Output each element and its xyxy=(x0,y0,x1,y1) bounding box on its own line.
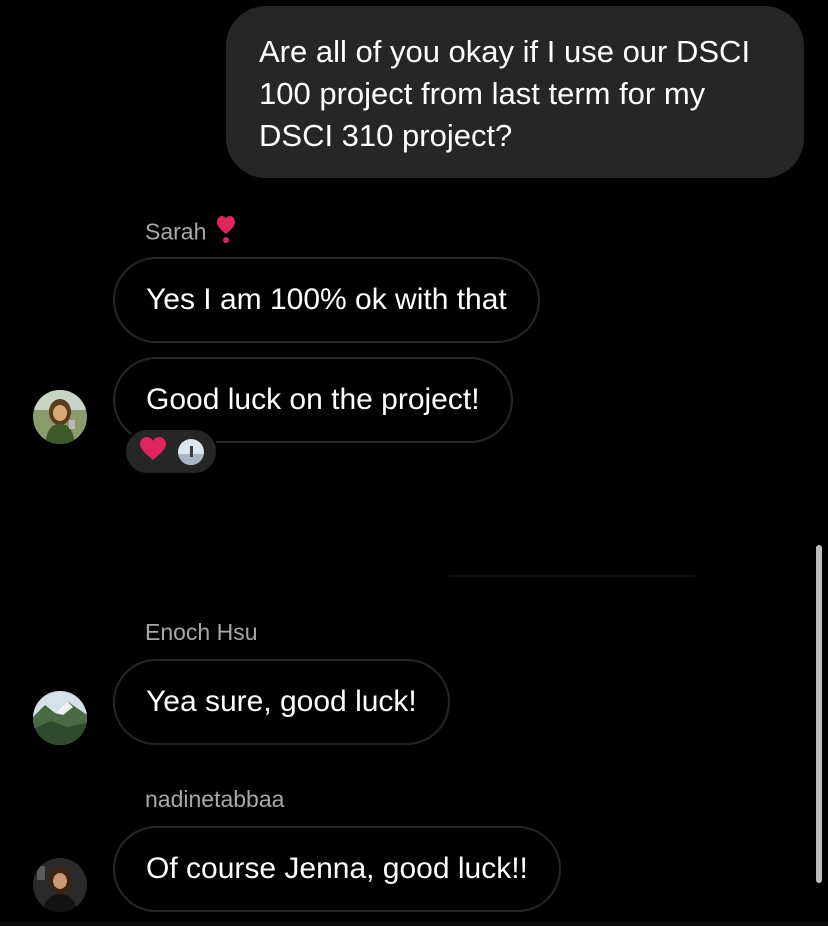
message-reactions[interactable] xyxy=(124,428,218,475)
avatar-enoch[interactable] xyxy=(33,691,87,745)
avatar-sarah[interactable] xyxy=(33,390,87,444)
sender-name-label: nadinetabbaa xyxy=(145,786,285,812)
sender-name-enoch: Enoch Hsu xyxy=(145,617,258,647)
message-bubble-enoch-1[interactable]: Yea sure, good luck! xyxy=(113,659,450,745)
message-text: Good luck on the project! xyxy=(146,383,480,416)
message-text: Of course Jenna, good luck!! xyxy=(146,852,528,885)
sender-name-sarah: Sarah xyxy=(145,216,235,251)
bottom-divider xyxy=(0,922,828,926)
sent-message-bubble[interactable]: Are all of you okay if I use our DSCI 10… xyxy=(226,6,804,178)
sender-name-label: Enoch Hsu xyxy=(145,619,258,645)
divider xyxy=(450,575,695,577)
message-text: Yea sure, good luck! xyxy=(146,685,417,718)
avatar-nadine[interactable] xyxy=(33,858,87,912)
red-heart-icon xyxy=(140,437,166,466)
sender-name-nadine: nadinetabbaa xyxy=(145,784,284,814)
sender-name-label: Sarah xyxy=(145,218,207,245)
message-text: Yes I am 100% ok with that xyxy=(146,283,507,316)
message-bubble-nadine-1[interactable]: Of course Jenna, good luck!! xyxy=(113,826,561,912)
reactor-avatar xyxy=(178,438,204,465)
heart-exclamation-icon xyxy=(216,216,235,251)
scrollbar[interactable] xyxy=(816,545,822,883)
message-bubble-sarah-1[interactable]: Yes I am 100% ok with that xyxy=(113,257,540,343)
